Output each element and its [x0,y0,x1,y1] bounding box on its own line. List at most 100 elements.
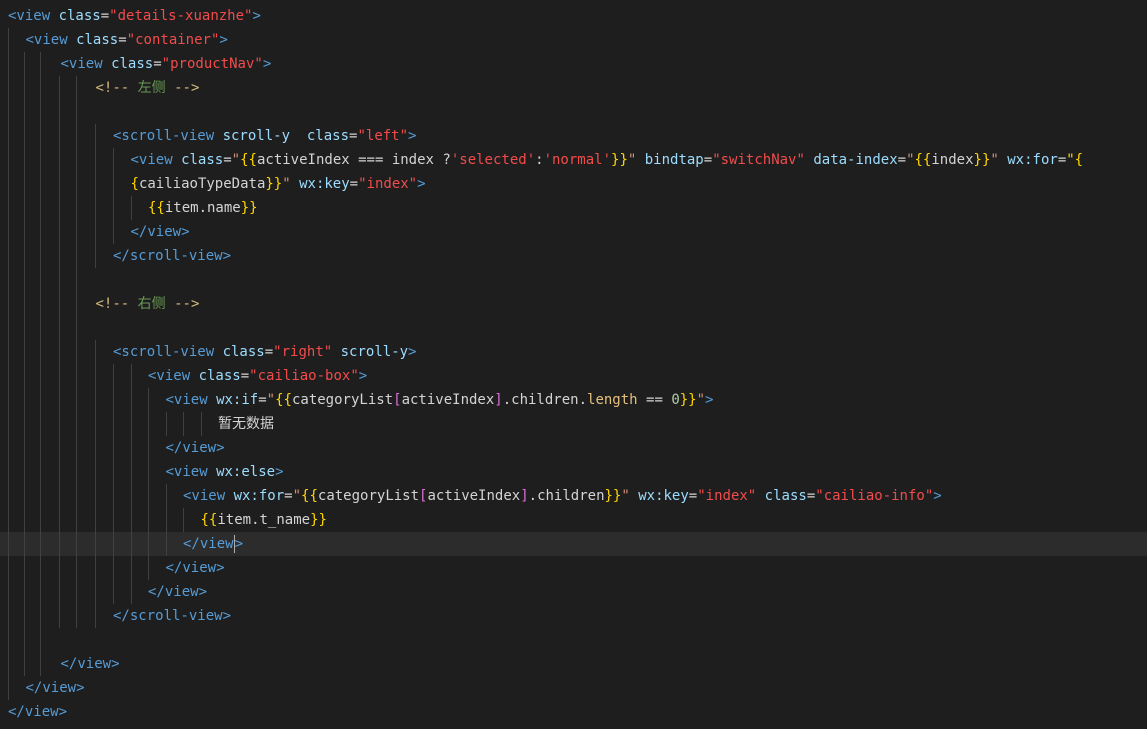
indent-guide [113,364,114,388]
code-token: class [198,368,241,384]
indent-guide [40,628,41,652]
indent-guide [40,412,41,436]
indent-guide [59,244,60,268]
indent-guide [40,220,41,244]
indent-guide [40,172,41,196]
indent-guide [8,436,9,460]
code-line[interactable]: <view class="cailiao-box"> [0,364,1147,388]
code-token: " [906,152,915,168]
indent-guide [40,508,41,532]
code-line[interactable]: <view wx:for="{{categoryList[activeIndex… [0,484,1147,508]
indent-guide [113,388,114,412]
code-token: class [306,128,350,144]
indent-guide [24,556,25,580]
indent-guide [76,412,77,436]
code-token: wx:else [216,464,276,480]
code-line[interactable]: {{item.t_name}} [0,508,1147,532]
code-line[interactable]: </view> [0,556,1147,580]
code-token: index [931,152,974,168]
code-line[interactable]: {{item.name}} [0,196,1147,220]
indent-guide [131,364,132,388]
code-line[interactable]: </view> [0,436,1147,460]
code-token: wx:key [299,176,350,192]
indent-guide [59,292,60,316]
code-token: .children. [502,392,588,408]
indent-guide [95,484,96,508]
code-token: ] [520,488,529,504]
code-line[interactable]: </view> [0,700,1147,724]
code-editor[interactable]: <view class="details-xuanzhe"> <view clas… [0,0,1147,729]
code-line[interactable] [0,268,1147,292]
code-line[interactable]: <!-- 左侧 --> [0,76,1147,100]
code-token: }} [604,488,622,504]
code-line[interactable]: <view class="productNav"> [0,52,1147,76]
indent-guide [59,436,60,460]
code-token: scroll-y [332,344,409,360]
code-token: > [262,56,272,72]
code-line[interactable]: <scroll-view scroll-y class="left"> [0,124,1147,148]
code-token: wx:for [1007,152,1058,168]
code-line[interactable]: <view class="details-xuanzhe"> [0,4,1147,28]
code-token: cailiaoTypeData [138,176,266,192]
code-token: }} [265,176,283,192]
code-line[interactable] [0,628,1147,652]
code-token: <!-- [95,296,138,312]
indent-guide [76,436,77,460]
code-token: = [806,488,816,504]
code-token: "cailiao-box" [249,368,359,384]
indent-guide [24,604,25,628]
indent-guide [59,388,60,412]
code-token: = [100,8,110,24]
indent-guide [166,508,167,532]
indent-guide [40,580,41,604]
indent-guide [59,316,60,340]
code-token: > [408,128,417,144]
indent-guide [131,532,132,556]
code-token: wx:key [638,488,689,504]
indent-guide [24,148,25,172]
code-text: 暂无数据 [218,412,274,436]
code-line[interactable] [0,100,1147,124]
code-token: <!-- [95,80,138,96]
code-token: --> [165,296,200,312]
indent-guide [8,100,9,124]
code-line[interactable]: {cailiaoTypeData}}" wx:key="index"> [0,172,1147,196]
code-line[interactable]: </scroll-view> [0,604,1147,628]
indent-guide [40,244,41,268]
indent-guide [148,388,149,412]
code-line[interactable]: <scroll-view class="right" scroll-y> [0,340,1147,364]
code-line[interactable]: <view class="container"> [0,28,1147,52]
code-line[interactable]: <view wx:if="{{categoryList[activeIndex]… [0,388,1147,412]
code-line[interactable]: </view> [0,676,1147,700]
indent-guide [59,508,60,532]
code-line[interactable] [0,316,1147,340]
indent-guide [76,508,77,532]
indent-guide [148,484,149,508]
code-line[interactable]: <!-- 右侧 --> [0,292,1147,316]
indent-guide [183,508,184,532]
code-token: <view [183,488,234,504]
code-line[interactable]: 暂无数据 [0,412,1147,436]
code-line[interactable]: </view> [0,220,1147,244]
code-line[interactable]: </view> [0,532,1147,556]
indent-guide [131,484,132,508]
code-token: "cailiao-info" [815,488,934,504]
indent-guide [131,580,132,604]
indent-guide [148,460,149,484]
code-line[interactable]: </scroll-view> [0,244,1147,268]
indent-guide [40,196,41,220]
code-token: 0 [671,392,680,408]
code-line[interactable]: <view class="{{activeIndex === index ?'s… [0,148,1147,172]
code-token: categoryList [317,488,420,504]
indent-guide [148,508,149,532]
code-token: <view [130,152,182,168]
code-line[interactable]: </view> [0,580,1147,604]
code-line[interactable]: </view> [0,652,1147,676]
code-token: 右侧 [137,296,166,312]
code-token: <scroll-view [113,128,223,144]
code-line[interactable]: <view wx:else> [0,460,1147,484]
indent-guide [59,124,60,148]
code-token: " [231,152,241,168]
code-token: {{ [240,152,257,168]
code-token: = [240,368,250,384]
